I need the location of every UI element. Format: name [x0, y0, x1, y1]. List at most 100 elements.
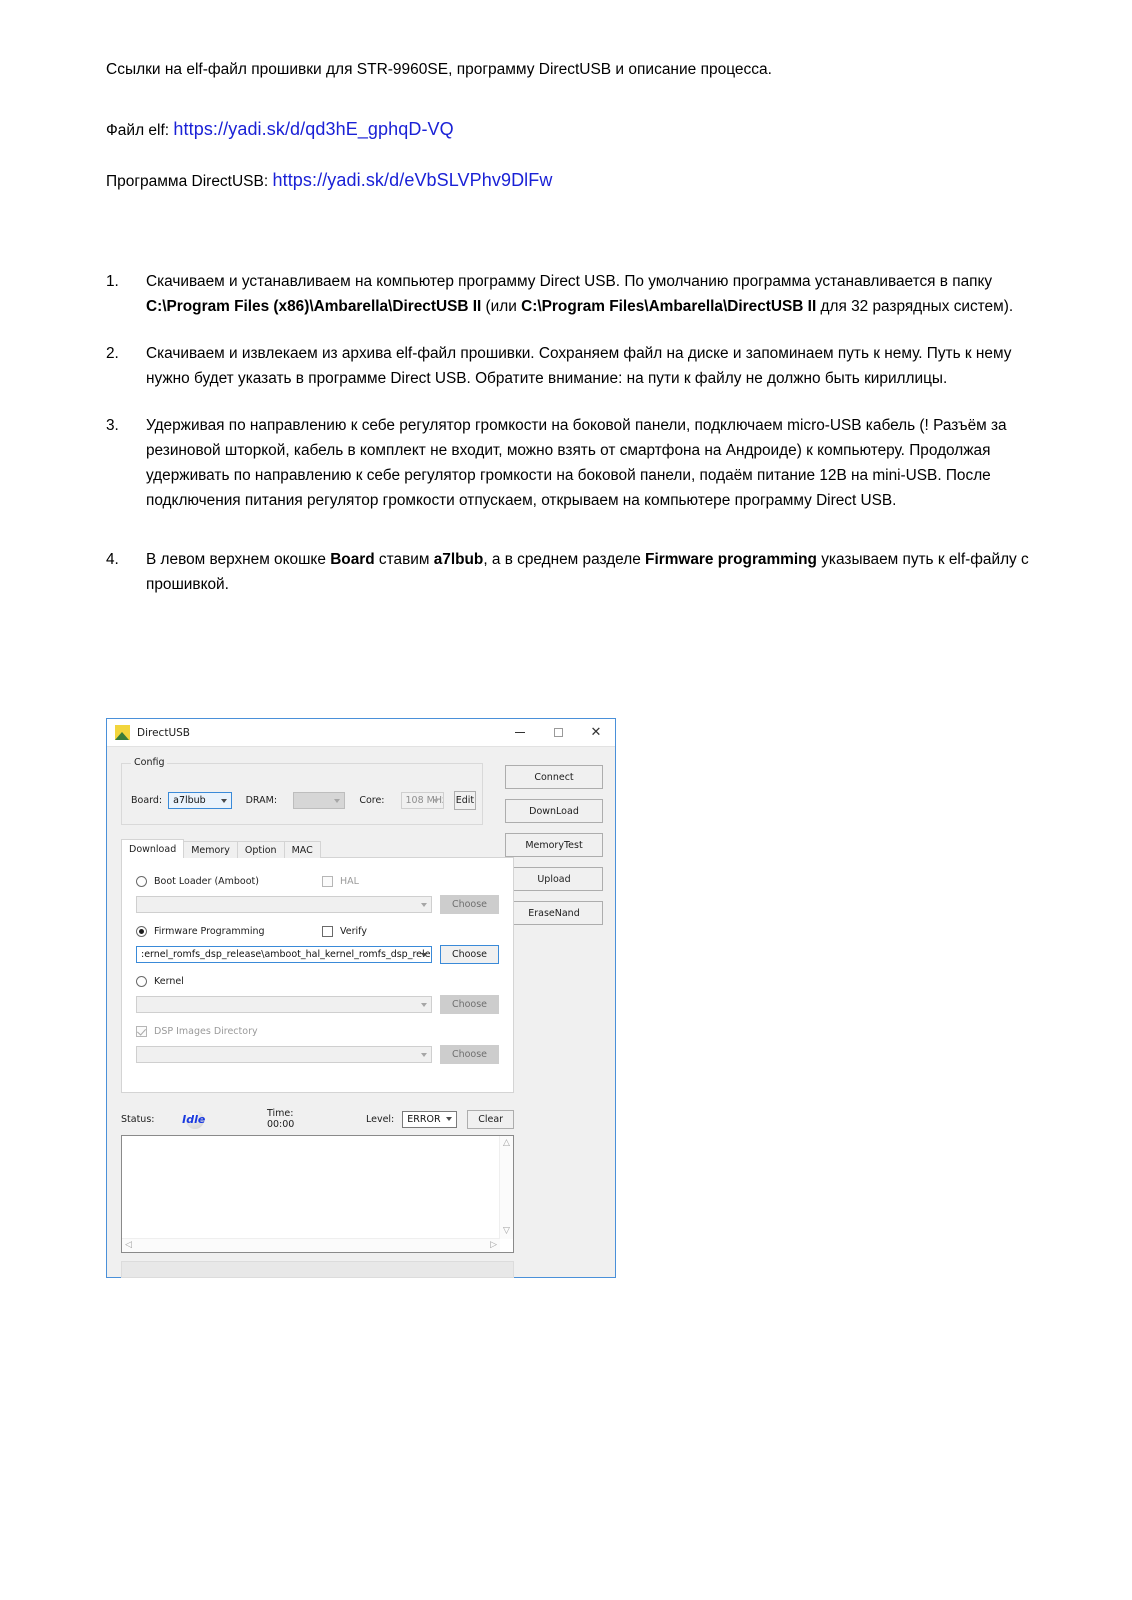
- bootloader-label: Boot Loader (Amboot): [154, 876, 259, 887]
- directusb-app-icon: [115, 725, 130, 740]
- clear-button[interactable]: Clear: [467, 1109, 514, 1129]
- dram-select: [293, 792, 346, 809]
- tab-download[interactable]: Download: [121, 839, 185, 858]
- config-groupbox: Config Board: a7lbub DRAM: Core: 108 MHz…: [121, 757, 483, 825]
- connect-button[interactable]: Connect: [505, 765, 603, 789]
- instruction-steps: 1. Скачиваем и устанавливаем на компьюте…: [106, 270, 1040, 598]
- log-vertical-scrollbar[interactable]: △ ▽: [499, 1136, 513, 1239]
- emphasis-text: a7lbub: [433, 550, 484, 568]
- minimize-icon[interactable]: [501, 719, 539, 747]
- link-url-directusb[interactable]: https://yadi.sk/d/eVbSLVPhv9DlFw: [272, 170, 552, 190]
- plain-text: В левом верхнем окошке: [146, 550, 331, 568]
- plain-text: (или: [481, 297, 522, 315]
- link-label-elf: Файл elf:: [106, 122, 170, 140]
- memorytest-button[interactable]: MemoryTest: [505, 833, 603, 857]
- scroll-right-icon[interactable]: ▷: [490, 1241, 497, 1250]
- step-item-2: 2. Скачиваем и извлекаем из архива elf-ф…: [106, 342, 1040, 392]
- status-value: Idle: [182, 1112, 206, 1126]
- chevron-down-icon: [446, 1117, 453, 1121]
- core-label: Core:: [359, 795, 385, 806]
- firmware-path-input[interactable]: :ernel_romfs_dsp_release\amboot_hal_kern…: [136, 946, 432, 963]
- tab-mac[interactable]: MAC: [283, 841, 321, 858]
- tab-memory[interactable]: Memory: [183, 841, 238, 858]
- chevron-down-icon: [421, 1002, 427, 1007]
- download-button[interactable]: DownLoad: [505, 799, 603, 823]
- config-row: Board: a7lbub DRAM: Core: 108 MHz Edit: [131, 791, 476, 810]
- log-text-area[interactable]: [122, 1136, 500, 1239]
- action-buttons: Connect DownLoad MemoryTest Upload Erase…: [505, 765, 603, 935]
- step-number: 2.: [106, 344, 119, 362]
- level-select[interactable]: ERROR: [402, 1110, 458, 1128]
- step-item-1: 1. Скачиваем и устанавливаем на компьюте…: [106, 270, 1040, 320]
- firmware-option-row: Firmware Programming Verify: [136, 924, 499, 939]
- chevron-down-icon: [432, 798, 439, 803]
- elapsed-time: Time: 00:00: [266, 1108, 295, 1130]
- tab-strip: Download Memory Option MAC: [121, 839, 514, 858]
- kernel-option-row: Kernel: [136, 974, 499, 989]
- window-title: DirectUSB: [137, 726, 190, 739]
- status-badge: Idle: [180, 1110, 206, 1129]
- verify-option: Verify: [322, 926, 367, 937]
- directusb-window: DirectUSB ✕ Config Board: a7lbub DRAM: C…: [106, 718, 616, 1278]
- scroll-down-icon[interactable]: ▽: [503, 1227, 510, 1236]
- maximize-icon[interactable]: [539, 719, 577, 747]
- firmware-choose-button[interactable]: Choose: [440, 945, 499, 964]
- config-legend: Config: [131, 757, 168, 768]
- upload-button[interactable]: Upload: [505, 867, 603, 891]
- kernel-label: Kernel: [154, 976, 184, 987]
- emphasis-text: C:\Program Files\Ambarella\DirectUSB II: [521, 297, 817, 315]
- link-line-directusb: Программа DirectUSB: https://yadi.sk/d/e…: [106, 167, 1040, 194]
- status-bar: [121, 1261, 514, 1278]
- scroll-left-icon[interactable]: ◁: [125, 1241, 132, 1250]
- bootloader-option-row: Boot Loader (Amboot) HAL: [136, 874, 499, 889]
- log-horizontal-scrollbar[interactable]: ◁ ▷: [122, 1238, 500, 1252]
- step-number: 1.: [106, 273, 119, 291]
- level-value: ERROR: [407, 1113, 441, 1125]
- dsp-option-row: DSP Images Directory: [136, 1024, 499, 1039]
- kernel-path-input[interactable]: [136, 996, 432, 1013]
- step-text: Скачиваем и устанавливаем на компьютер п…: [146, 273, 1013, 315]
- verify-checkbox[interactable]: [322, 926, 333, 937]
- tab-option[interactable]: Option: [236, 841, 285, 858]
- kernel-radio[interactable]: [136, 976, 147, 987]
- chevron-down-icon: [220, 798, 227, 803]
- plain-text: , а в среднем разделе: [483, 550, 646, 568]
- board-value: a7lbub: [173, 795, 206, 806]
- erasenand-button[interactable]: EraseNand: [505, 901, 603, 925]
- firmware-label: Firmware Programming: [154, 926, 265, 937]
- chevron-down-icon: [421, 1052, 427, 1057]
- board-label: Board:: [131, 795, 163, 806]
- plain-text: ставим: [374, 550, 434, 568]
- window-body: Config Board: a7lbub DRAM: Core: 108 MHz…: [107, 747, 615, 1278]
- edit-button[interactable]: Edit: [453, 791, 476, 810]
- link-url-elf[interactable]: https://yadi.sk/d/qd3hE_gphqD-VQ: [173, 119, 453, 139]
- board-select[interactable]: a7lbub: [168, 792, 232, 809]
- bootloader-radio[interactable]: [136, 876, 147, 887]
- dsp-checkbox[interactable]: [136, 1026, 147, 1037]
- hal-checkbox[interactable]: [322, 876, 333, 887]
- bootloader-choose-button[interactable]: Choose: [440, 895, 499, 914]
- dsp-path-input[interactable]: [136, 1046, 432, 1063]
- kernel-choose-button[interactable]: Choose: [440, 995, 499, 1014]
- dsp-choose-button[interactable]: Choose: [440, 1045, 499, 1064]
- verify-label: Verify: [340, 926, 367, 937]
- hal-label: HAL: [340, 876, 359, 887]
- level-label: Level:: [365, 1113, 395, 1125]
- hal-option: HAL: [322, 876, 359, 887]
- status-row: Status: Idle Time: 00:00 Level: ERROR Cl…: [121, 1108, 514, 1130]
- firmware-path-value: :ernel_romfs_dsp_release\amboot_hal_kern…: [141, 949, 432, 960]
- dsp-label: DSP Images Directory: [154, 1026, 258, 1037]
- close-icon[interactable]: ✕: [577, 719, 615, 747]
- step-text: Скачиваем и извлекаем из архива elf-файл…: [146, 345, 1011, 387]
- step-number: 4.: [106, 550, 119, 568]
- bootloader-path-input[interactable]: [136, 896, 432, 913]
- plain-text: Удерживая по направлению к себе регулято…: [146, 416, 1007, 509]
- intro-paragraph: Ссылки на elf-файл прошивки для STR-9960…: [106, 61, 772, 78]
- tab-control: Download Memory Option MAC Boot Loader (…: [121, 839, 514, 1094]
- step-text: В левом верхнем окошке Board ставим a7lb…: [146, 551, 1029, 593]
- core-select: 108 MHz: [400, 792, 444, 809]
- firmware-radio[interactable]: [136, 926, 147, 937]
- kernel-path-row: Choose: [136, 995, 499, 1014]
- scroll-up-icon[interactable]: △: [503, 1139, 510, 1148]
